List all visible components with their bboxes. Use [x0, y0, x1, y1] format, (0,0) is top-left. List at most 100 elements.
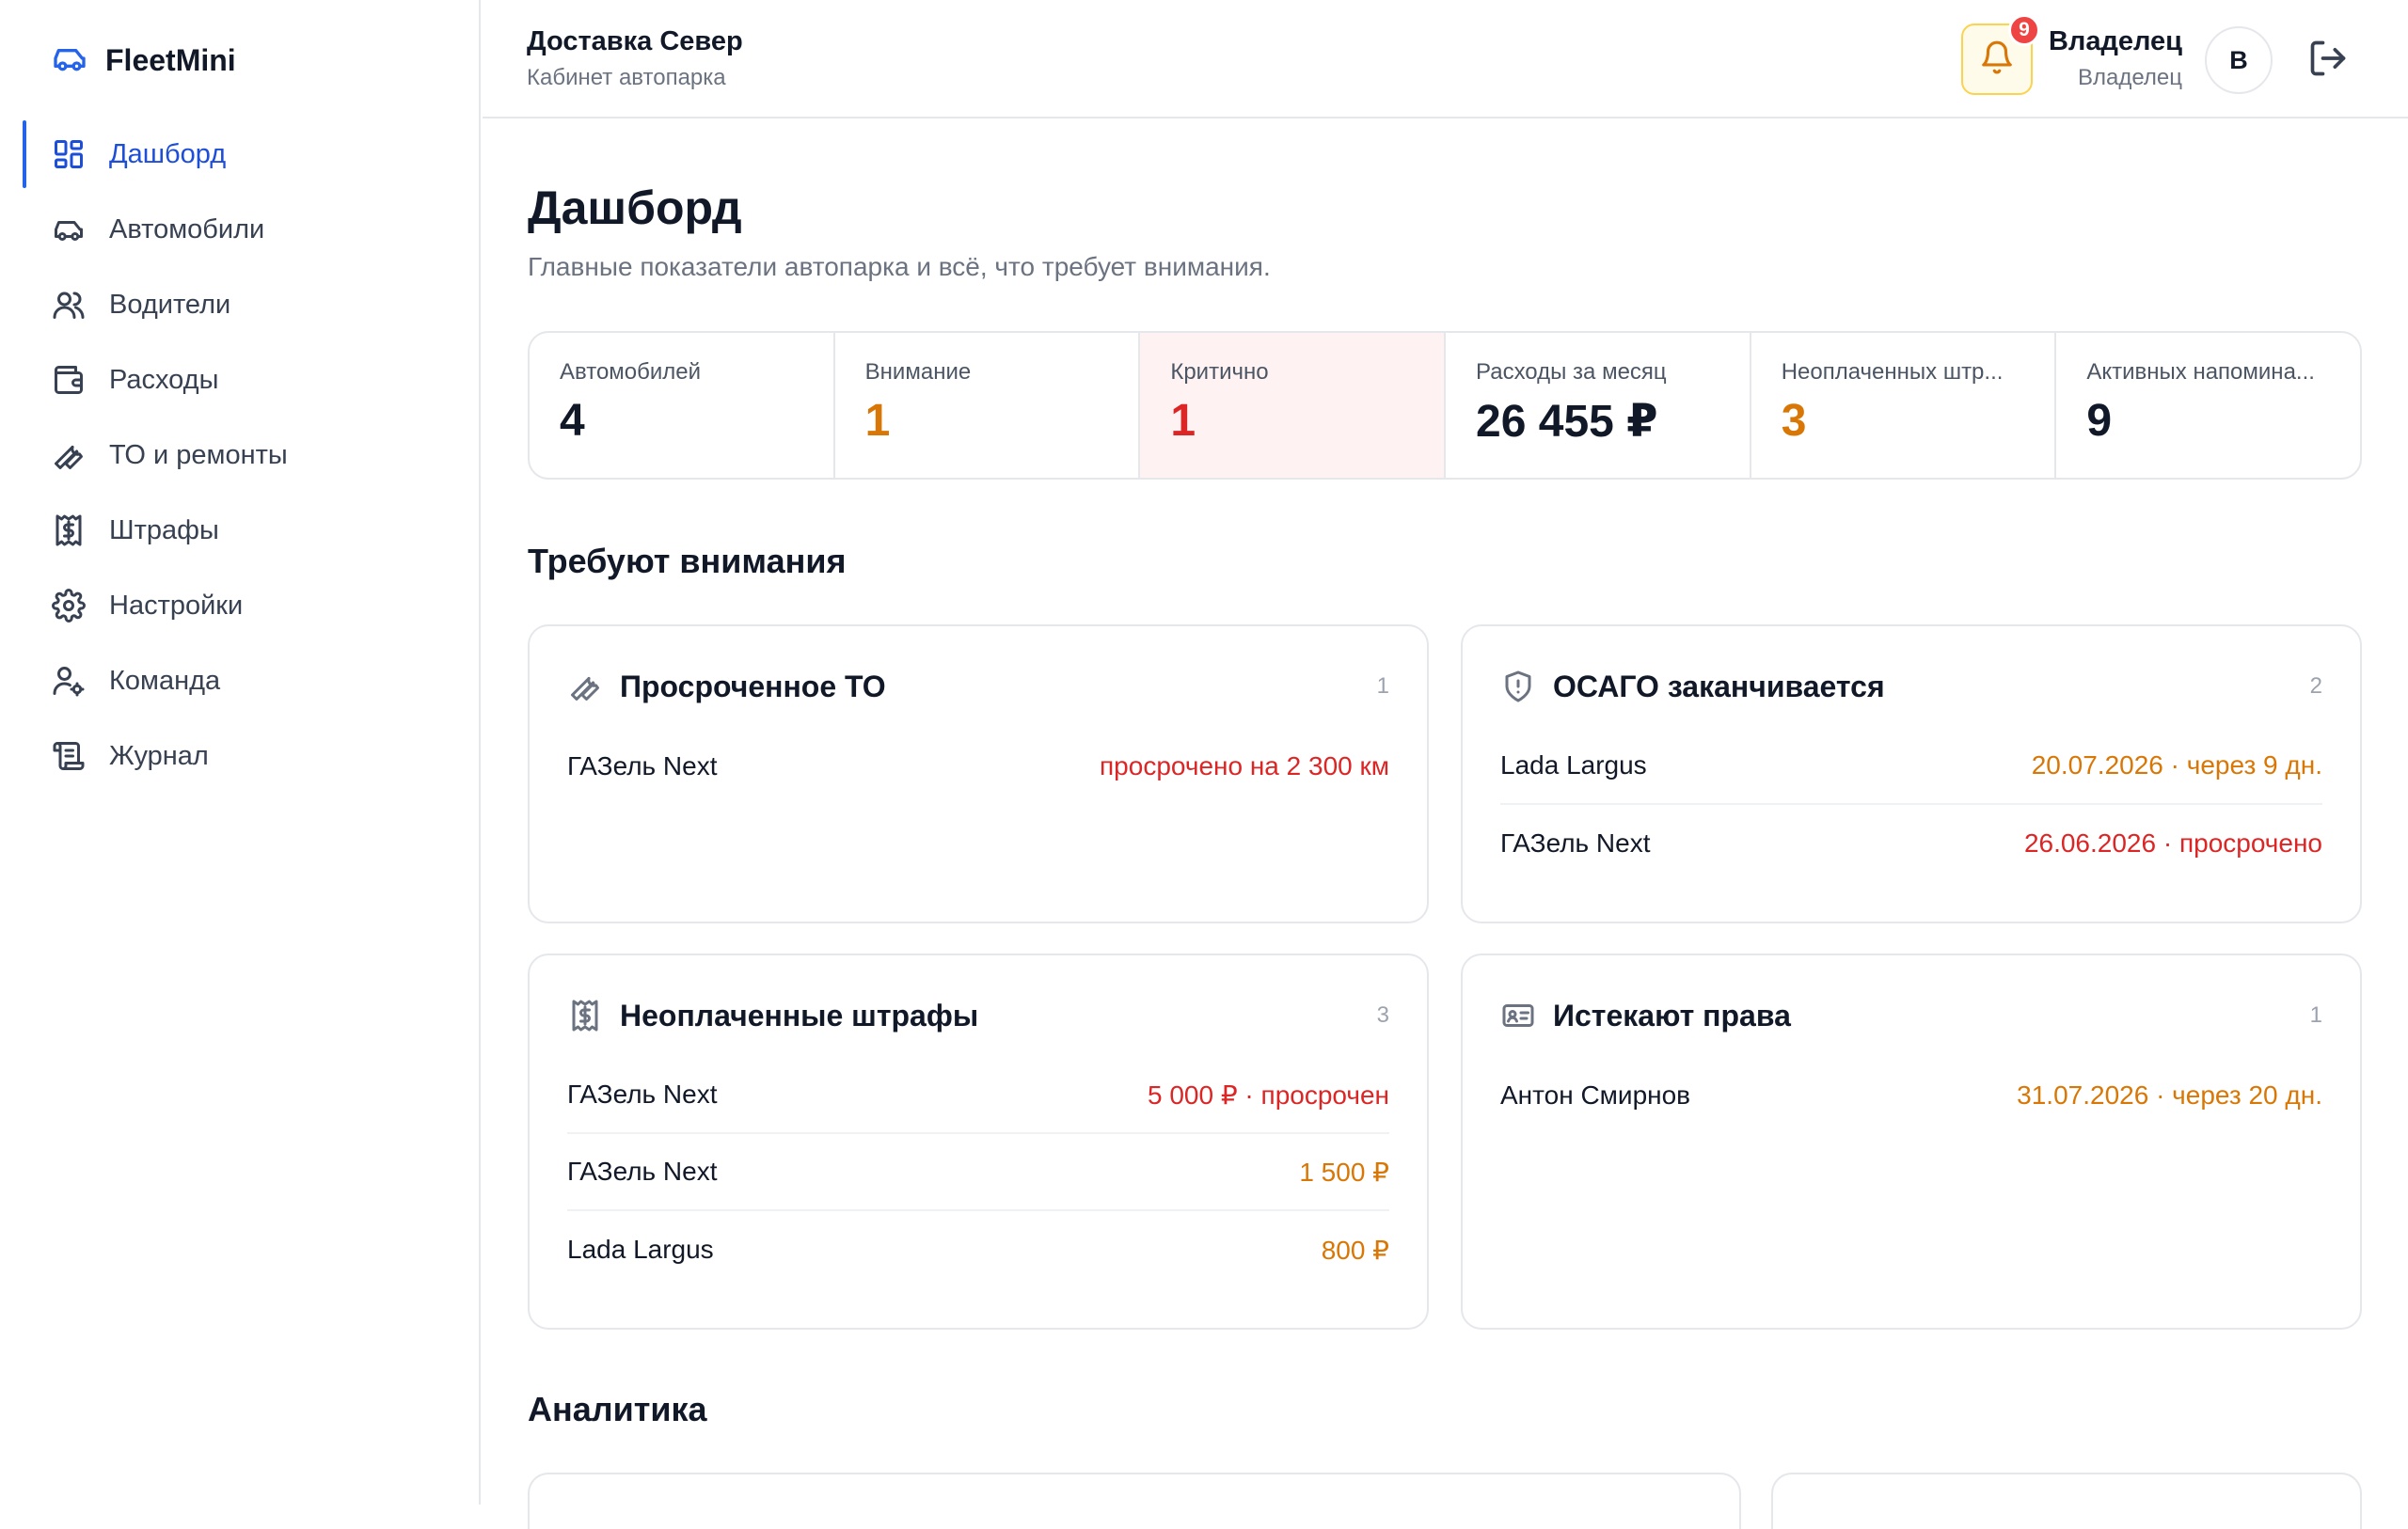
avatar[interactable]: В: [2205, 26, 2273, 94]
row-status: 1 500 ₽: [1299, 1157, 1389, 1187]
sidebar-item-label: Водители: [109, 289, 231, 320]
sidebar-item-cars[interactable]: Автомобили: [23, 192, 465, 267]
row-status: просрочено на 2 300 км: [1100, 751, 1389, 780]
sidebar-item-label: ТО и ремонты: [109, 439, 288, 470]
stat-value: 9: [2086, 396, 2113, 446]
list-item[interactable]: ГАЗель Next 5 000 ₽ · просрочен: [567, 1057, 1389, 1134]
sidebar-item-maintenance[interactable]: ТО и ремонты: [23, 418, 465, 493]
row-name: ГАЗель Next: [567, 1080, 718, 1109]
bell-icon: [1979, 39, 2015, 80]
user-role: Владелец: [2077, 65, 2182, 90]
car-icon: [51, 212, 87, 247]
row-name: ГАЗель Next: [567, 751, 718, 780]
stat-critical[interactable]: Критично 1: [1140, 333, 1447, 478]
receipt-icon: [51, 512, 87, 548]
stat-reminders[interactable]: Активных напомина... 9: [2056, 333, 2360, 478]
card-title: Неоплаченные штрафы: [620, 998, 979, 1032]
row-name: Lada Largus: [1500, 750, 1647, 780]
card-overdue-maintenance: Просроченное ТО 1 ГАЗель Next просрочено…: [528, 624, 1429, 923]
user-cog-icon: [51, 663, 87, 699]
user-name: Владелец: [2048, 26, 2182, 56]
card-header: Истекают права 1: [1500, 997, 2322, 1034]
card-count: 1: [1376, 673, 1389, 699]
sidebar-item-dashboard[interactable]: Дашборд: [23, 117, 465, 192]
stat-label: Автомобилей: [560, 359, 702, 385]
card-rows: Антон Смирнов 31.07.2026 · через 20 дн.: [1500, 1057, 2322, 1134]
section-title-attention: Требуют внимания: [528, 542, 847, 580]
sidebar-item-label: Команда: [109, 665, 221, 696]
shield-alert-icon: [1500, 669, 1536, 704]
stat-cars[interactable]: Автомобилей 4: [530, 333, 835, 478]
stat-value: 1: [864, 396, 891, 446]
card-rows: Lada Largus 20.07.2026 · через 9 дн. ГАЗ…: [1500, 728, 2322, 882]
sidebar-item-settings[interactable]: Настройки: [23, 568, 465, 643]
row-status: 800 ₽: [1321, 1235, 1389, 1265]
users-icon: [51, 287, 87, 323]
gear-icon: [51, 588, 87, 623]
sidebar-item-log[interactable]: Журнал: [23, 718, 465, 794]
list-item[interactable]: ГАЗель Next 1 500 ₽: [567, 1134, 1389, 1211]
dashboard-icon: [51, 136, 87, 172]
sidebar-item-fines[interactable]: Штрафы: [23, 493, 465, 568]
id-card-icon: [1500, 998, 1536, 1033]
sidebar-item-drivers[interactable]: Водители: [23, 267, 465, 342]
list-item[interactable]: Lada Largus 800 ₽: [567, 1211, 1389, 1288]
card-rows: ГАЗель Next 5 000 ₽ · просрочен ГАЗель N…: [567, 1057, 1389, 1288]
logout-button[interactable]: [2307, 38, 2351, 81]
list-item[interactable]: ГАЗель Next 26.06.2026 · просрочено: [1500, 805, 2322, 882]
org-subtitle: Кабинет автопарка: [527, 65, 726, 90]
sidebar: FleetMini Дашборд Автомобили Водители Ра…: [0, 0, 481, 1505]
row-status: 5 000 ₽ · просрочен: [1147, 1080, 1389, 1110]
list-item[interactable]: Lada Largus 20.07.2026 · через 9 дн.: [1500, 728, 2322, 805]
stat-value: 1: [1170, 396, 1196, 446]
row-status: 20.07.2026 · через 9 дн.: [2031, 750, 2322, 780]
notifications-button[interactable]: 9: [1961, 14, 2040, 95]
org-name: Доставка Север: [527, 26, 743, 56]
row-name: ГАЗель Next: [1500, 828, 1651, 858]
stat-attention[interactable]: Внимание 1: [835, 333, 1141, 478]
brand-logo[interactable]: FleetMini: [51, 39, 236, 81]
stat-label: Внимание: [864, 359, 972, 385]
list-item[interactable]: Антон Смирнов 31.07.2026 · через 20 дн.: [1500, 1057, 2322, 1134]
list-item[interactable]: ГАЗель Next просрочено на 2 300 км: [567, 728, 1389, 805]
stat-value: 3: [1781, 396, 1807, 446]
sidebar-item-team[interactable]: Команда: [23, 643, 465, 718]
card-count: 2: [2309, 673, 2322, 699]
row-name: ГАЗель Next: [567, 1157, 718, 1186]
card-unpaid-fines: Неоплаченные штрафы 3 ГАЗель Next 5 000 …: [528, 954, 1429, 1330]
wrench-icon: [51, 437, 87, 473]
stat-expenses[interactable]: Расходы за месяц 26 455 ₽: [1446, 333, 1751, 478]
analytics-panel: [528, 1473, 1741, 1529]
card-licenses-expiring: Истекают права 1 Антон Смирнов 31.07.202…: [1461, 954, 2362, 1330]
card-header: Просроченное ТО 1: [567, 668, 1389, 705]
stat-label: Активных напомина...: [2086, 359, 2315, 385]
stat-label: Критично: [1170, 359, 1269, 385]
card-rows: ГАЗель Next просрочено на 2 300 км: [567, 728, 1389, 805]
sidebar-item-label: Расходы: [109, 364, 219, 395]
sidebar-item-label: Автомобили: [109, 213, 265, 244]
row-status: 26.06.2026 · просрочено: [2023, 828, 2322, 858]
card-header: Неоплаченные штрафы 3: [567, 997, 1389, 1034]
scroll-icon: [51, 738, 87, 774]
sidebar-item-label: Журнал: [109, 740, 209, 771]
row-name: Антон Смирнов: [1500, 1080, 1691, 1110]
stat-label: Расходы за месяц: [1476, 359, 1667, 385]
card-title: ОСАГО заканчивается: [1553, 669, 1885, 703]
page-title: Дашборд: [528, 181, 742, 234]
stat-unpaid-fines[interactable]: Неоплаченных штр... 3: [1751, 333, 2057, 478]
sidebar-item-expenses[interactable]: Расходы: [23, 342, 465, 418]
sidebar-item-label: Дашборд: [109, 138, 227, 169]
sidebar-item-label: Штрафы: [109, 514, 219, 545]
stats-bar: Автомобилей 4 Внимание 1 Критично 1 Расх…: [528, 331, 2362, 480]
sidebar-item-label: Настройки: [109, 590, 244, 621]
card-title: Истекают права: [1553, 998, 1791, 1032]
card-header: ОСАГО заканчивается 2: [1500, 668, 2322, 705]
page-subtitle: Главные показатели автопарка и всё, что …: [528, 252, 1271, 281]
stat-label: Неоплаченных штр...: [1781, 359, 2004, 385]
card-title: Просроченное ТО: [620, 669, 886, 703]
card-count: 3: [1376, 1002, 1389, 1028]
receipt-icon: [567, 998, 603, 1033]
row-name: Lada Largus: [567, 1235, 714, 1264]
topbar: Доставка Север Кабинет автопарка 9 Владе…: [483, 0, 2408, 118]
card-count: 1: [2309, 1002, 2322, 1028]
